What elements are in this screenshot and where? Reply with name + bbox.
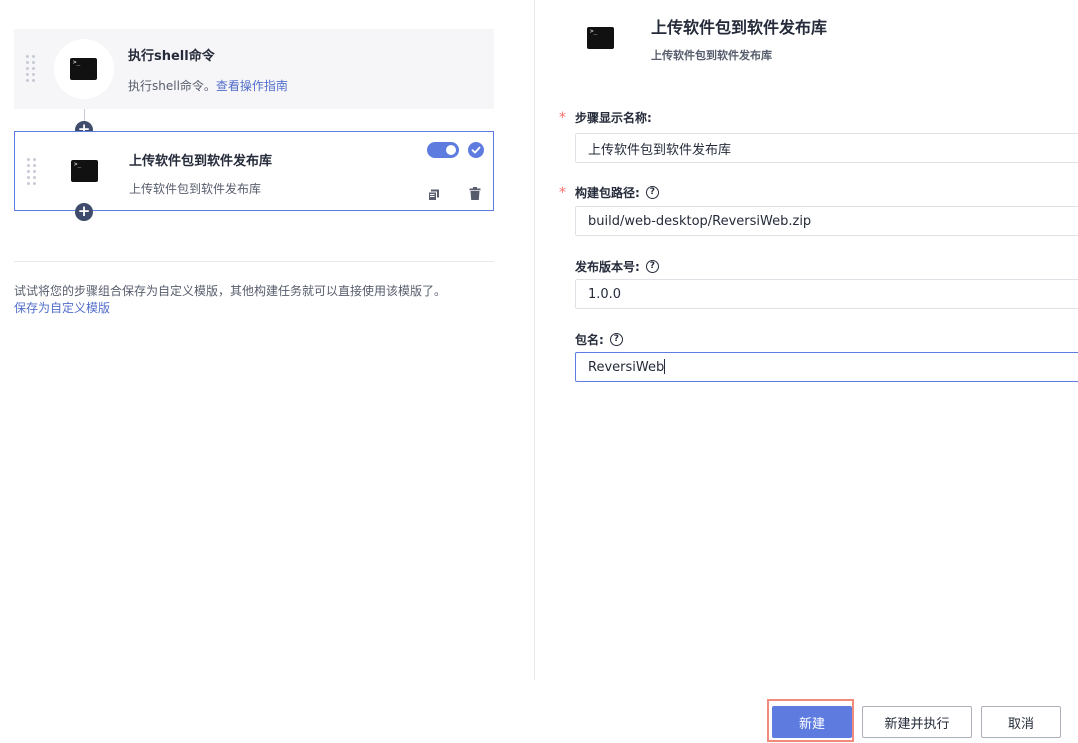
- step-icon-wrap: [54, 39, 114, 99]
- detail-title: 上传软件包到软件发布库: [651, 18, 828, 37]
- terminal-icon: [70, 58, 97, 80]
- display-name-input[interactable]: [575, 133, 1078, 163]
- package-name-label-text: 包名:: [575, 333, 604, 347]
- divider: [14, 261, 494, 262]
- help-icon[interactable]: ?: [645, 260, 659, 273]
- version-label-text: 发布版本号:: [575, 260, 640, 274]
- step-card-upload[interactable]: 上传软件包到软件发布库 上传软件包到软件发布库: [14, 131, 494, 211]
- guide-link[interactable]: 查看操作指南: [216, 79, 288, 93]
- step-title: 执行shell命令: [128, 49, 215, 64]
- build-path-input[interactable]: [575, 206, 1078, 236]
- terminal-icon: [587, 27, 614, 49]
- drag-handle-icon[interactable]: [26, 55, 38, 83]
- drag-handle-icon[interactable]: [27, 158, 39, 186]
- save-template-link[interactable]: 保存为自定义模版: [14, 299, 110, 316]
- terminal-icon: [71, 160, 98, 182]
- add-step-button[interactable]: +: [75, 203, 93, 221]
- required-mark: *: [559, 185, 566, 201]
- version-input[interactable]: [575, 279, 1078, 309]
- display-name-label: 步骤显示名称:: [575, 109, 652, 126]
- detail-subtitle: 上传软件包到软件发布库: [651, 49, 772, 62]
- step-card-shell[interactable]: 执行shell命令 执行shell命令。查看操作指南: [14, 29, 494, 109]
- step-enable-toggle[interactable]: [427, 142, 459, 158]
- step-desc: 执行shell命令。查看操作指南: [128, 77, 288, 94]
- footer-bar: 新建 新建并执行 取消: [0, 680, 1078, 743]
- step-desc-text: 执行shell命令。: [128, 79, 216, 93]
- version-label: 发布版本号: ?: [575, 258, 659, 275]
- step-list-panel: 执行shell命令 执行shell命令。查看操作指南 + 上传软件包到软件发布库…: [0, 0, 534, 680]
- build-path-label: 构建包路径: ?: [575, 184, 659, 201]
- help-icon[interactable]: ?: [645, 186, 659, 199]
- check-icon: [468, 142, 484, 158]
- display-name-label-text: 步骤显示名称:: [575, 111, 652, 125]
- help-icon[interactable]: ?: [609, 333, 623, 346]
- delete-icon[interactable]: [469, 185, 481, 200]
- step-desc: 上传软件包到软件发布库: [129, 182, 262, 196]
- step-detail-panel: 上传软件包到软件发布库 上传软件包到软件发布库 * 步骤显示名称: * 构建包路…: [535, 0, 1078, 680]
- package-name-label: 包名: ?: [575, 331, 623, 348]
- copy-icon[interactable]: [428, 186, 440, 201]
- create-button[interactable]: 新建: [772, 706, 852, 738]
- plus-icon: +: [77, 202, 91, 220]
- step-title: 上传软件包到软件发布库: [129, 154, 273, 169]
- cancel-button[interactable]: 取消: [981, 706, 1061, 738]
- build-path-label-text: 构建包路径:: [575, 186, 640, 200]
- template-tip: 试试将您的步骤组合保存为自定义模版，其他构建任务就可以直接使用该模版了。: [14, 284, 447, 298]
- package-name-input[interactable]: [575, 352, 1078, 382]
- create-and-run-button[interactable]: 新建并执行: [862, 706, 972, 738]
- text-caret: [664, 359, 665, 374]
- required-mark: *: [559, 110, 566, 126]
